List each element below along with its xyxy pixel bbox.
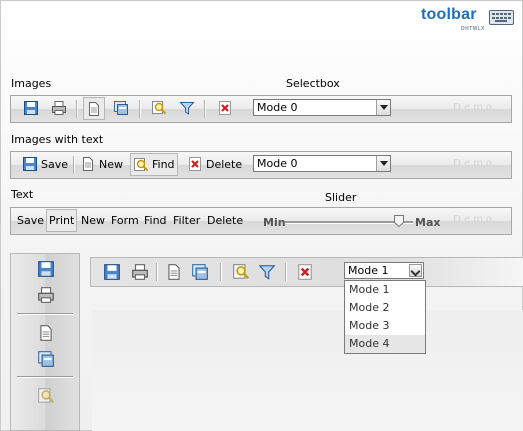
delete-icon [187,156,203,172]
form-label: Form [111,213,139,227]
find-label: Find [144,213,167,227]
text-button-form[interactable]: Form [109,210,141,230]
toolbar-images-2 [90,257,523,287]
save-icon [23,100,39,116]
new-document-icon [86,101,102,117]
save-icon[interactable] [37,260,55,278]
text-button-find[interactable]: Find [142,210,169,230]
find-button[interactable] [149,98,169,118]
save-button[interactable] [21,98,41,118]
toolbar-text: Save Print New Form Find Filter Delete M… [10,207,512,235]
find-icon[interactable] [37,387,55,405]
save-label: Save [17,213,45,227]
toolbar-images: Mode 0 Demo [10,95,512,123]
filter-icon[interactable] [258,263,276,281]
save-button[interactable]: Save [20,154,70,174]
find-icon[interactable] [232,263,250,281]
separator [156,263,158,281]
delete-icon[interactable] [296,263,314,281]
dropdown-option[interactable]: Mode 3 [345,317,425,335]
demo-watermark: Demo [453,214,495,225]
new-label: New [99,157,123,171]
find-label: Find [152,158,175,171]
mode-select[interactable]: Mode 0 [253,99,391,116]
label-slider: Slider [325,191,357,204]
separator [220,263,222,281]
text-button-print[interactable]: Print [46,209,78,232]
chevron-down-icon[interactable] [376,156,390,171]
delete-label: Delete [207,213,244,227]
mode-select[interactable]: Mode 0 [253,155,391,172]
vertical-toolbar [10,253,80,431]
delete-icon [217,100,233,116]
form-icon[interactable] [191,263,209,281]
text-button-delete[interactable]: Delete [205,210,245,230]
find-icon [133,157,149,173]
slider-max-label: Max [415,216,441,229]
print-label: Print [49,214,75,227]
chevron-down-icon[interactable] [376,100,390,115]
separator [73,156,75,174]
slider-thumb[interactable] [394,215,404,227]
mode-select-value: Mode 0 [257,101,298,114]
filter-icon [179,100,195,116]
mode-select-open[interactable]: Mode 1 [344,262,424,279]
find-icon [151,100,167,116]
demo-watermark: Demo [453,102,495,113]
content-area [92,310,523,431]
save-icon [22,156,38,172]
separator [76,100,78,118]
logo-subtitle: DHTMLX [461,26,485,32]
new-button[interactable]: New [78,154,125,174]
save-icon[interactable] [103,263,121,281]
new-label: New [81,213,105,227]
delete-button[interactable] [215,98,235,118]
toolbar-images-with-text: Save New Find Delete Mode 0 Demo [10,151,512,179]
label-images: Images [11,77,52,90]
separator [17,376,73,378]
delete-button[interactable]: Delete [185,154,244,174]
label-selectbox: Selectbox [286,77,340,90]
new-document-icon[interactable] [165,263,183,281]
separator [285,263,287,281]
toolbar-logo: toolbar [421,6,477,23]
text-button-new[interactable]: New [79,210,107,230]
form-icon [113,100,129,116]
label-images-with-text: Images with text [11,133,104,146]
label-text: Text [11,188,34,201]
print-icon[interactable] [131,263,149,281]
new-document-icon [80,156,96,172]
mode-dropdown-list: Mode 1 Mode 2 Mode 3 Mode 4 [344,280,426,354]
mode-select-value: Mode 1 [348,264,389,277]
form-icon[interactable] [37,350,55,368]
filter-button[interactable] [177,98,197,118]
text-button-filter[interactable]: Filter [171,210,202,230]
find-button[interactable]: Find [130,153,178,176]
keyboard-icon [489,10,514,25]
separator [204,100,206,118]
print-icon[interactable] [37,286,55,304]
dropdown-option[interactable]: Mode 1 [345,281,425,299]
print-icon [51,100,67,116]
form-button[interactable] [111,98,131,118]
mode-select-value: Mode 0 [257,157,298,170]
slider-min-label: Min [263,216,286,229]
delete-label: Delete [206,157,243,171]
demo-watermark: Demo [453,158,495,169]
dropdown-option[interactable]: Mode 2 [345,299,425,317]
text-button-save[interactable]: Save [15,210,46,230]
save-label: Save [41,157,69,171]
new-document-icon[interactable] [37,324,55,342]
print-button[interactable] [49,98,69,118]
chevron-down-icon[interactable] [409,264,422,277]
filter-label: Filter [173,213,201,227]
separator [139,100,141,118]
new-button[interactable] [83,97,105,120]
separator [17,313,73,315]
dropdown-option-highlighted[interactable]: Mode 4 [345,335,425,353]
